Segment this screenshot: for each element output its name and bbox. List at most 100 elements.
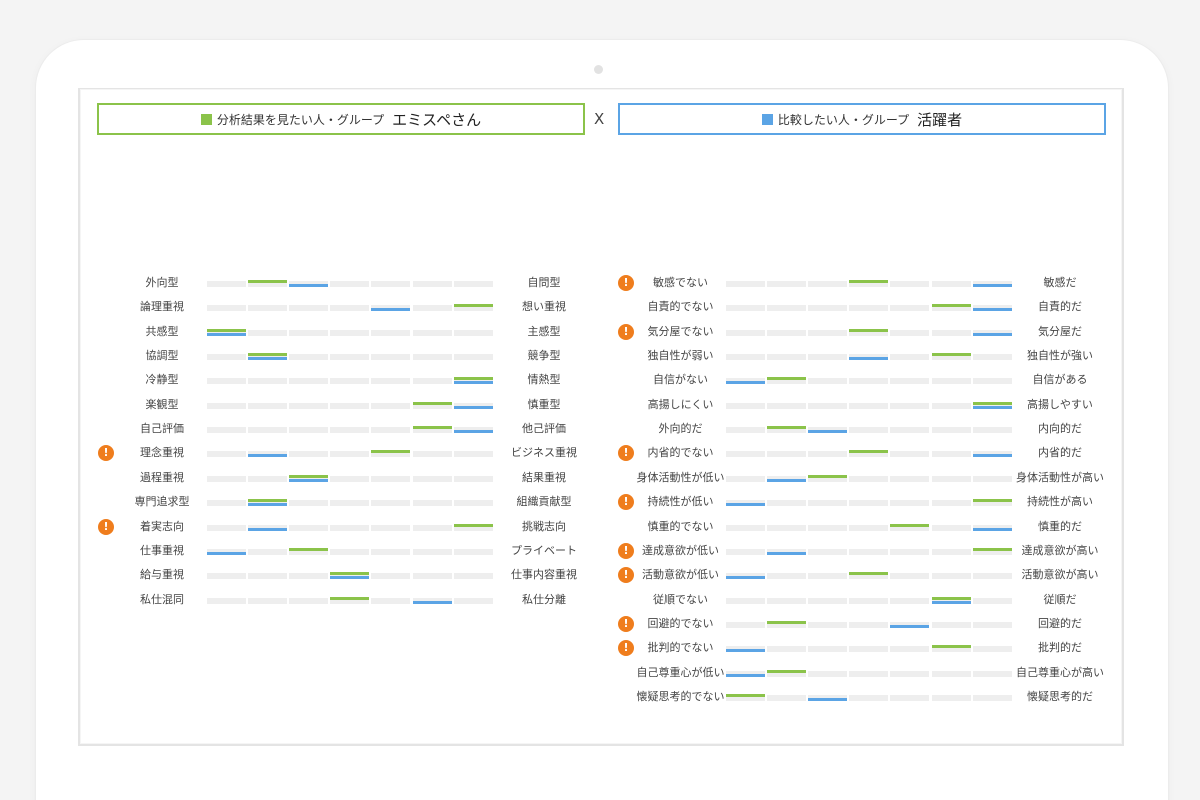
compare-marker	[890, 624, 930, 628]
scale-segment	[931, 694, 971, 701]
scale-segment	[767, 402, 807, 409]
compare-marker	[972, 308, 1012, 312]
scale-segment	[726, 548, 765, 555]
scale-segment	[890, 451, 930, 458]
trait-row: 自責的でない 自責的だ	[80, 297, 1120, 317]
target-marker	[931, 353, 971, 357]
compare-marker	[972, 405, 1012, 409]
compare-group-selector[interactable]: 比較したい人・グループ 活躍者	[618, 103, 1106, 135]
scale-segment	[890, 573, 930, 580]
scale-segment	[931, 427, 971, 434]
scale-segment	[849, 694, 889, 701]
warning-icon[interactable]: !	[618, 445, 634, 462]
scale-segment	[808, 354, 848, 361]
trait-label-left: 懐疑思考的でない	[636, 689, 725, 703]
scale-segment	[890, 329, 930, 336]
warning-icon[interactable]: !	[618, 640, 634, 657]
target-marker	[972, 401, 1012, 405]
trait-scale-track	[726, 346, 1014, 366]
warning-icon[interactable]: !	[618, 567, 634, 584]
trait-label-right: 批判的だ	[1038, 641, 1082, 655]
scale-segment	[890, 354, 930, 361]
scale-segment	[808, 305, 848, 312]
target-marker	[808, 474, 848, 478]
warning-icon[interactable]: !	[618, 542, 634, 559]
scale-segment	[849, 548, 889, 555]
compare-marker	[808, 697, 848, 701]
scale-segment	[808, 402, 848, 409]
scale-segment	[808, 500, 848, 507]
trait-row: ! 気分屋でない 気分屋だ	[80, 322, 1120, 342]
trait-label-left: 自己尊重心が低い	[636, 665, 725, 679]
compare-marker	[726, 673, 765, 677]
target-marker	[849, 280, 889, 283]
scale-segment	[890, 378, 930, 385]
trait-scale-track	[726, 370, 1014, 390]
scale-segment	[808, 329, 848, 336]
scale-segment	[726, 524, 765, 531]
trait-label-left: 身体活動性が低い	[636, 470, 725, 484]
target-marker	[972, 547, 1012, 551]
trait-label-left: 気分屋でない	[647, 324, 714, 338]
scale-segment	[767, 500, 807, 507]
scale-segment	[767, 281, 807, 287]
trait-label-left: 高揚しにくい	[647, 397, 714, 411]
trait-label-left: 活動意欲が低い	[642, 568, 719, 582]
scale-segment	[931, 524, 971, 531]
trait-label-right: 高揚しやすい	[1027, 397, 1093, 411]
scale-segment	[808, 621, 848, 628]
trait-label-right: 活動意欲が高い	[1021, 568, 1099, 582]
trait-scale-track	[726, 638, 1014, 658]
scale-segment	[767, 451, 807, 458]
trait-label-left: 敏感でない	[653, 276, 708, 289]
scale-segment	[931, 670, 971, 677]
scale-segment	[931, 475, 971, 482]
scale-segment	[931, 573, 971, 580]
warning-icon[interactable]: !	[618, 494, 634, 511]
scale-segment	[890, 597, 930, 604]
scale-segment	[972, 694, 1012, 701]
scale-segment	[767, 573, 807, 580]
scale-segment	[849, 427, 889, 434]
trait-label-right: 回避的だ	[1038, 616, 1082, 630]
target-marker	[767, 620, 807, 624]
compare-marker	[972, 284, 1012, 287]
compare-marker	[767, 551, 807, 555]
scale-segment	[849, 475, 889, 482]
scale-segment	[726, 329, 765, 336]
compare-marker	[808, 430, 848, 434]
trait-scale-track	[726, 443, 1014, 463]
trait-row: 身体活動性が低い 身体活動性が高い	[80, 468, 1120, 488]
warning-icon[interactable]: !	[618, 323, 634, 340]
trait-row: 懐疑思考的でない 懐疑思考的だ	[80, 687, 1120, 707]
compare-marker	[972, 527, 1012, 531]
trait-scale-track	[726, 468, 1014, 488]
trait-scale-track	[726, 492, 1014, 512]
warning-icon[interactable]: !	[618, 275, 634, 291]
scale-segment	[726, 451, 765, 458]
scale-segment	[972, 475, 1012, 482]
scale-segment	[726, 597, 765, 604]
trait-label-left: 外向的だ	[658, 422, 703, 436]
trait-row: 自己尊重心が低い 自己尊重心が高い	[80, 663, 1120, 683]
scale-segment	[726, 281, 765, 287]
trait-label-left: 批判的でない	[647, 641, 714, 655]
trait-row: ! 活動意欲が低い 活動意欲が高い	[80, 565, 1120, 585]
trait-row: ! 批判的でない 批判的だ	[80, 638, 1120, 658]
scale-segment	[931, 281, 971, 287]
target-marker	[849, 572, 889, 576]
warning-icon[interactable]: !	[618, 615, 634, 632]
target-marker	[767, 377, 807, 381]
scale-segment	[808, 281, 848, 287]
scale-segment	[890, 670, 930, 677]
trait-row: 外向的だ 内向的だ	[80, 419, 1120, 439]
trait-label-left: 自責的でない	[647, 300, 714, 314]
target-group-selector[interactable]: 分析結果を見たい人・グループ エミスペさん	[97, 103, 585, 135]
scale-segment	[726, 427, 765, 434]
scale-segment	[849, 524, 889, 531]
target-marker	[849, 328, 889, 332]
trait-label-right: 自己尊重心が高い	[1016, 665, 1104, 679]
scale-segment	[931, 451, 971, 458]
scale-segment	[849, 621, 889, 628]
compare-group-name: 活躍者	[917, 110, 963, 129]
